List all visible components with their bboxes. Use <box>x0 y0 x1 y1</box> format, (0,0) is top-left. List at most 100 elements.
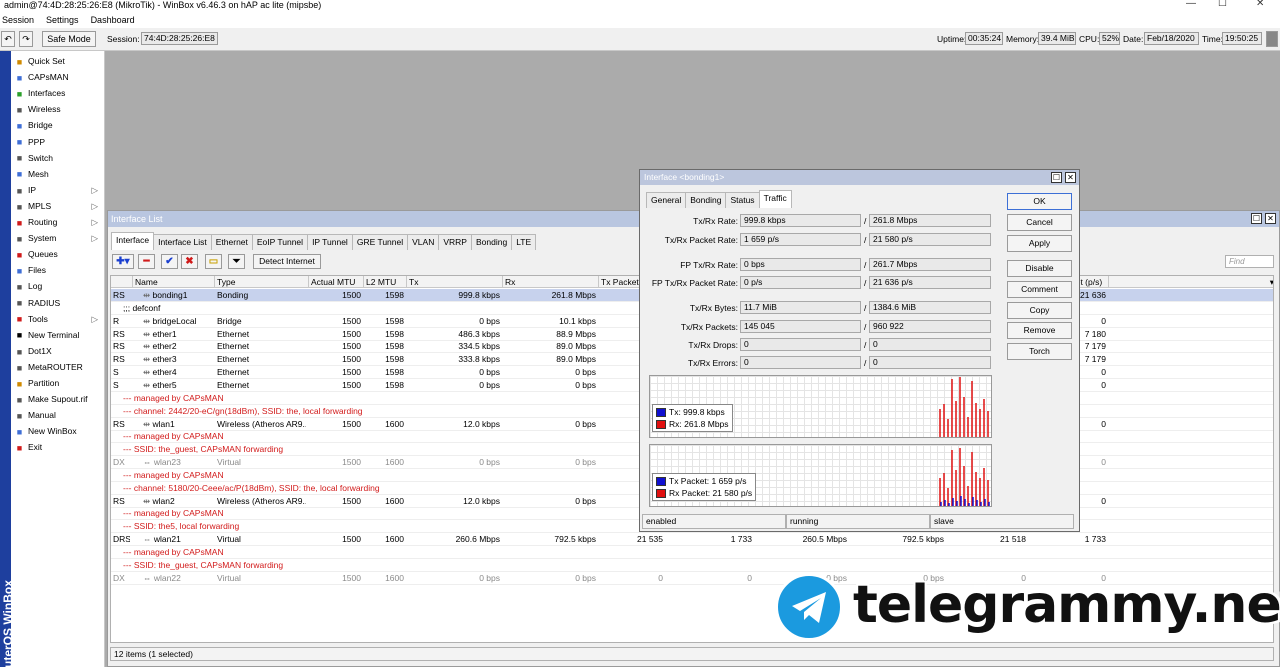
tab-ethernet[interactable]: Ethernet <box>210 234 253 250</box>
apply-button[interactable]: Apply <box>1007 235 1072 252</box>
remove-button[interactable]: Remove <box>1007 322 1072 339</box>
close-icon[interactable]: ✕ <box>1065 172 1076 183</box>
column-header[interactable]: Tx <box>407 276 503 288</box>
queues-icon: ■ <box>16 249 23 260</box>
sidebar-item-label: Quick Set <box>28 56 65 66</box>
cell-rx: 89.0 Mbps <box>556 354 596 365</box>
sidebar-item-wireless[interactable]: ■ Wireless <box>14 101 102 117</box>
close-icon[interactable]: ✕ <box>1256 0 1264 9</box>
column-header[interactable]: Type <box>215 276 309 288</box>
cell-name-wrap: ⇔ wlan23 <box>135 456 212 469</box>
sidebar-item-tools[interactable]: ■ Tools ▷ <box>14 311 102 327</box>
sidebar-item-system[interactable]: ■ System ▷ <box>14 230 102 246</box>
tab-ip-tunnel[interactable]: IP Tunnel <box>307 234 353 250</box>
cell-name: bonding1 <box>152 290 188 300</box>
comment-text: --- managed by CAPsMAN <box>123 392 224 403</box>
sidebar-item-interfaces[interactable]: ■ Interfaces <box>14 85 102 101</box>
undo-icon[interactable]: ↶ <box>1 31 15 47</box>
sidebar-item-quick-set[interactable]: ■ Quick Set <box>14 53 102 69</box>
tab-bonding[interactable]: Bonding <box>470 234 513 250</box>
enable-icon[interactable]: ✔ <box>161 254 178 269</box>
sidebar-item-bridge[interactable]: ■ Bridge <box>14 117 102 133</box>
sidebar-item-files[interactable]: ■ Files <box>14 262 102 278</box>
sidebar-item-manual[interactable]: ■ Manual <box>14 407 102 423</box>
sidebar-item-queues[interactable]: ■ Queues <box>14 246 102 262</box>
maximize-icon[interactable]: ☐ <box>1251 213 1262 224</box>
sidebar-item-metarouter[interactable]: ■ MetaROUTER <box>14 359 102 375</box>
table-row[interactable]: DRS ⇔ wlan21 Virtual 1500 1600 260.6 Mbps 792.… <box>111 533 1273 547</box>
sidebar-item-partition[interactable]: ■ Partition <box>14 375 102 391</box>
filter-icon[interactable]: ⏷ <box>228 254 245 269</box>
field-separator: / <box>864 278 867 288</box>
ok-button[interactable]: OK <box>1007 193 1072 210</box>
dialog-tab-general[interactable]: General <box>646 192 687 208</box>
sidebar-item-ppp[interactable]: ■ PPP <box>14 134 102 150</box>
column-header[interactable]: Rx <box>503 276 599 288</box>
field-separator: / <box>864 322 867 332</box>
tab-vlan[interactable]: VLAN <box>407 234 440 250</box>
minimize-icon[interactable]: — <box>1186 0 1196 9</box>
tab-lte[interactable]: LTE <box>511 234 537 250</box>
detect-internet-button[interactable]: Detect Internet <box>253 254 321 269</box>
dialog-tab-bonding[interactable]: Bonding <box>685 192 727 208</box>
sidebar-item-label: CAPsMAN <box>28 72 69 83</box>
cell-amtu: 1500 <box>342 354 361 365</box>
sidebar-item-switch[interactable]: ■ Switch <box>14 150 102 166</box>
sidebar-item-label: Wireless <box>28 104 61 115</box>
redo-icon[interactable]: ↷ <box>19 31 33 47</box>
menu-bar: Session Settings Dashboard <box>0 12 1280 28</box>
disable-button[interactable]: Disable <box>1007 260 1072 277</box>
cell-l2mtu: 1600 <box>385 534 404 545</box>
copy-button[interactable]: Copy <box>1007 302 1072 319</box>
maximize-icon[interactable]: ☐ <box>1051 172 1062 183</box>
safe-mode-button[interactable]: Safe Mode <box>42 31 96 47</box>
cell-name-wrap: ⇹ ether1 <box>135 328 212 341</box>
rx-swatch <box>656 420 666 430</box>
cell-flag: RS <box>113 290 125 300</box>
add-icon[interactable]: ✚▾ <box>112 254 134 269</box>
sidebar-item-mpls[interactable]: ■ MPLS ▷ <box>14 198 102 214</box>
cell-name: ether1 <box>152 328 177 339</box>
comment-button[interactable]: Comment <box>1007 281 1072 298</box>
menu-session[interactable]: Session <box>2 15 34 25</box>
sidebar-item-new-terminal[interactable]: ■ New Terminal <box>14 327 102 343</box>
close-icon[interactable]: ✕ <box>1265 213 1276 224</box>
column-header[interactable]: Actual MTU <box>309 276 364 288</box>
column-header[interactable] <box>111 276 133 288</box>
manual-icon: ■ <box>16 410 23 421</box>
maximize-icon[interactable]: ☐ <box>1218 0 1227 9</box>
find-input[interactable]: Find <box>1225 255 1274 268</box>
column-header[interactable]: Name <box>133 276 215 288</box>
dialog-tab-status[interactable]: Status <box>725 192 760 208</box>
sidebar-item-mesh[interactable]: ■ Mesh <box>14 166 102 182</box>
tab-eoip-tunnel[interactable]: EoIP Tunnel <box>251 234 309 250</box>
sidebar-item-radius[interactable]: ■ RADIUS <box>14 295 102 311</box>
sidebar-item-log[interactable]: ■ Log <box>14 278 102 294</box>
tab-interface[interactable]: Interface <box>111 232 155 250</box>
dialog-tab-traffic[interactable]: Traffic <box>758 190 792 208</box>
sidebar-item-make-supout-rif[interactable]: ■ Make Supout.rif <box>14 391 102 407</box>
sidebar-item-dot1x[interactable]: ■ Dot1X <box>14 343 102 359</box>
sidebar-item-routing[interactable]: ■ Routing ▷ <box>14 214 102 230</box>
menu-dashboard[interactable]: Dashboard <box>91 15 135 25</box>
comment-icon[interactable]: ▭ <box>205 254 222 269</box>
cancel-button[interactable]: Cancel <box>1007 214 1072 231</box>
lock-icon[interactable] <box>1266 31 1278 47</box>
sidebar-item-exit[interactable]: ■ Exit <box>14 439 102 455</box>
sidebar-item-new-winbox[interactable]: ■ New WinBox <box>14 423 102 439</box>
metarouter-icon: ■ <box>16 362 23 373</box>
column-header[interactable]: L2 MTU <box>364 276 407 288</box>
tab-vrrp[interactable]: VRRP <box>438 234 472 250</box>
tab-gre-tunnel[interactable]: GRE Tunnel <box>351 234 409 250</box>
dialog-tabs: General Bonding Status Traffic <box>646 190 792 208</box>
disable-icon[interactable]: ✖ <box>181 254 198 269</box>
sidebar-item-capsman[interactable]: ■ CAPsMAN <box>14 69 102 85</box>
column-menu-icon[interactable]: ▾ <box>1109 276 1273 288</box>
cpu-field: 52% <box>1099 32 1120 45</box>
tab-interface-list[interactable]: Interface List <box>153 234 212 250</box>
sidebar-item-ip[interactable]: ■ IP ▷ <box>14 182 102 198</box>
torch-button[interactable]: Torch <box>1007 343 1072 360</box>
remove-icon[interactable]: ━ <box>138 254 155 269</box>
menu-settings[interactable]: Settings <box>46 15 79 25</box>
comment-text: --- SSID: the_guest, CAPsMAN forwarding <box>123 559 284 570</box>
